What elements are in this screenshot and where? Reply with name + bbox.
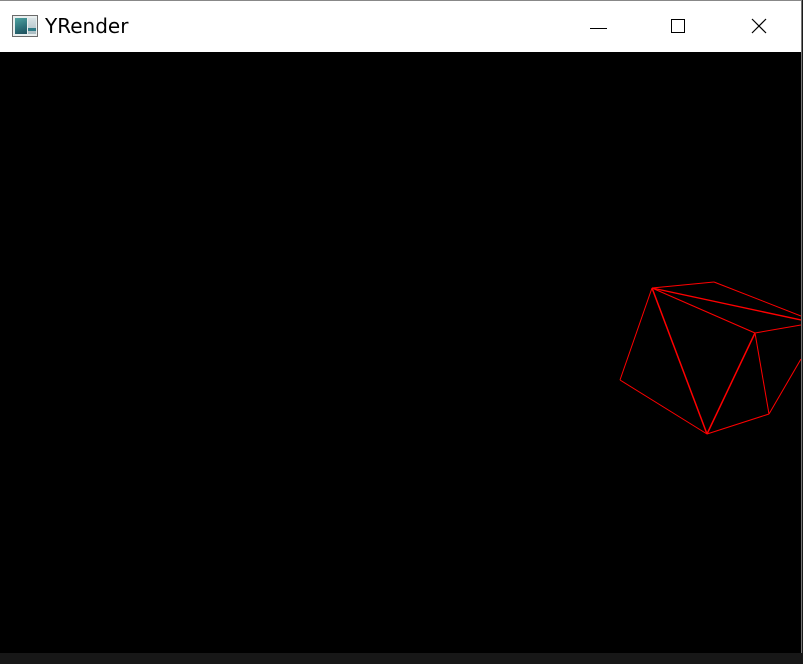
mesh-edge: [651, 287, 708, 435]
mesh-edge: [651, 287, 802, 321]
mesh-edge: [619, 379, 708, 435]
app-window-icon[interactable]: [12, 15, 38, 37]
minimize-icon: [590, 28, 607, 29]
window-title: YRender: [45, 14, 129, 38]
wireframe-mesh: [619, 281, 802, 435]
maximize-button[interactable]: [638, 1, 718, 52]
mesh-edge: [651, 281, 715, 289]
bottom-edge: [0, 653, 803, 664]
mesh-edge: [706, 332, 756, 435]
mesh-edge: [754, 332, 770, 415]
mesh-edge: [619, 287, 653, 381]
mesh-edge: [706, 413, 770, 435]
wireframe-canvas: [619, 281, 802, 435]
title-bar[interactable]: YRender: [0, 1, 801, 52]
render-viewport[interactable]: [0, 52, 802, 653]
minimize-button[interactable]: [558, 1, 638, 52]
mesh-edge: [768, 358, 802, 415]
mesh-edge: [754, 324, 802, 334]
maximize-icon: [671, 19, 685, 33]
mesh-edge: [651, 287, 756, 334]
close-icon: [751, 18, 767, 34]
app-window: YRender: [0, 0, 802, 653]
close-button[interactable]: [719, 1, 801, 52]
